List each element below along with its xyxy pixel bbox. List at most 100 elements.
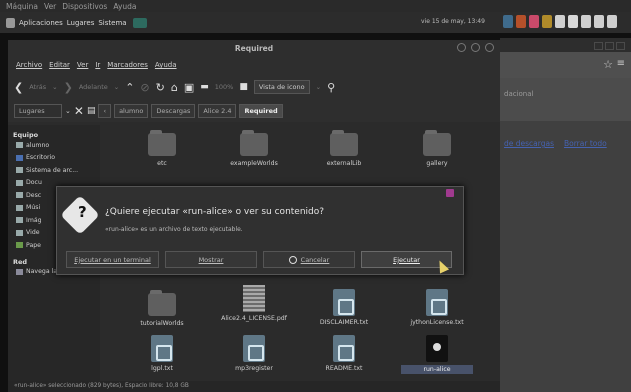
menu-archivo[interactable]: Archivo (16, 61, 42, 69)
breadcrumb-descargas[interactable]: Descargas (151, 104, 196, 118)
network-icon[interactable] (503, 15, 513, 28)
run-in-terminal-button[interactable]: Ejecutar en un terminal (66, 251, 159, 268)
display-icon[interactable] (594, 15, 604, 28)
menu-ir[interactable]: Ir (95, 61, 100, 69)
file-item[interactable]: tutorialWorlds (126, 290, 198, 327)
chevron-down-icon[interactable]: ⌄ (316, 83, 321, 91)
file-item[interactable]: exampleWorlds (218, 130, 290, 167)
zoom-out-icon[interactable]: ▬ (200, 82, 209, 92)
close-icon[interactable] (616, 42, 625, 50)
link-downloads[interactable]: de descargas (504, 139, 554, 148)
sidebar-item-escritorio[interactable]: Escritorio (13, 152, 100, 165)
chevron-down-icon[interactable]: ⌄ (52, 83, 57, 91)
menu-marcadores[interactable]: Marcadores (107, 61, 148, 69)
link-clear-all[interactable]: Borrar todo (564, 139, 607, 148)
folder-icon (148, 290, 176, 316)
status-bar: «run-alice» seleccionado (829 bytes), Es… (8, 381, 500, 392)
file-item[interactable]: README.txt (308, 335, 380, 372)
file-item[interactable]: mp3register (218, 335, 290, 372)
run-or-display-dialog: ? ¿Quiere ejecutar «run-alice» o ver su … (56, 186, 464, 275)
text-file-icon (426, 289, 448, 316)
vm-menu-dispositivos[interactable]: Dispositivos (62, 2, 107, 11)
file-item[interactable]: lgpl.txt (126, 335, 198, 372)
breadcrumb-required[interactable]: Required (239, 104, 283, 118)
sidebar-places-select[interactable]: Lugares (14, 104, 62, 118)
user-icon[interactable] (581, 15, 591, 28)
zoom-level: 100% (214, 83, 234, 91)
system-tray (503, 15, 617, 28)
toggle-location-icon[interactable]: ▤ (87, 106, 96, 116)
browser-titlebar (500, 38, 631, 52)
panel-menu-lugares[interactable]: Lugares (67, 19, 95, 27)
window-title: Required (234, 44, 274, 53)
dialog-title: ¿Quiere ejecutar «run-alice» o ver su co… (105, 207, 325, 217)
browser-partial-text: dacional (504, 90, 534, 98)
sidebar-item-alumno[interactable]: alumno (13, 139, 100, 152)
location-bar: Lugares ⌄ ✕ ▤ ‹ alumno Descargas Alice 2… (8, 100, 500, 122)
file-item[interactable]: gallery (401, 130, 473, 167)
folder-icon (330, 130, 358, 156)
chevron-down-icon[interactable]: ⌄ (114, 83, 119, 91)
computer-icon[interactable]: ▣ (184, 81, 194, 94)
breadcrumb-left-arrow[interactable]: ‹ (98, 104, 112, 118)
vm-menu-ayuda[interactable]: Ayuda (113, 2, 136, 11)
power-icon[interactable] (607, 15, 617, 28)
file-item[interactable]: etc (126, 130, 198, 167)
cancel-icon (288, 255, 297, 264)
maximize-icon[interactable] (471, 43, 480, 52)
pdf-file-icon (243, 285, 265, 312)
vm-menu-maquina[interactable]: Máquina (6, 2, 38, 11)
file-item[interactable]: Alice2.4_LICENSE.pdf (218, 285, 290, 322)
search-icon[interactable]: ⚲ (327, 81, 335, 94)
menu-editar[interactable]: Editar (49, 61, 70, 69)
file-item[interactable]: DISCLAIMER.txt (308, 289, 380, 326)
breadcrumb-alice[interactable]: Alice 2.4 (198, 104, 237, 118)
folder-icon (16, 217, 23, 224)
file-item[interactable]: jythonLicense.txt (401, 289, 473, 326)
menu-icon[interactable]: ≡ (617, 58, 625, 69)
browser-toolbar: ☆ ≡ (500, 52, 631, 78)
panel-menu-aplicaciones[interactable]: Aplicaciones (19, 19, 63, 27)
menu-ver[interactable]: Ver (77, 61, 88, 69)
forward-label[interactable]: Adelante (79, 83, 108, 91)
up-arrow-icon[interactable]: ⌃ (125, 81, 134, 94)
file-item-selected[interactable]: run-alice (401, 335, 473, 374)
cancel-button[interactable]: Cancelar (263, 251, 355, 268)
minimize-icon[interactable] (457, 43, 466, 52)
zoom-in-icon[interactable]: ■ (239, 82, 248, 92)
vm-menu-ver[interactable]: Ver (44, 2, 56, 11)
text-file-icon (151, 335, 173, 362)
sidebar-item-filesystem[interactable]: Sistema de arc... (13, 164, 100, 177)
close-sidebar-icon[interactable]: ✕ (74, 104, 84, 118)
file-item[interactable]: externalLib (308, 130, 380, 167)
mail-icon[interactable] (542, 15, 552, 28)
reload-icon[interactable]: ↻ (156, 81, 165, 94)
maximize-icon[interactable] (605, 42, 614, 50)
folder-icon (423, 130, 451, 156)
chat-icon[interactable] (555, 15, 565, 28)
settings-icon[interactable] (529, 15, 539, 28)
chevron-down-icon[interactable]: ⌄ (65, 107, 71, 115)
display-button[interactable]: Mostrar (165, 251, 257, 268)
panel-menu-sistema[interactable]: Sistema (98, 19, 126, 27)
terminal-launcher-icon[interactable] (132, 17, 147, 28)
home-icon (16, 142, 23, 149)
breadcrumb-alumno[interactable]: alumno (114, 104, 149, 118)
forward-arrow-icon[interactable]: ❯ (64, 81, 73, 94)
panel-clock[interactable]: vie 15 de may, 13:49 (421, 18, 485, 25)
view-mode-select[interactable]: Vista de icono (253, 80, 310, 94)
back-label[interactable]: Atrás (29, 83, 46, 91)
folder-icon (240, 130, 268, 156)
close-icon[interactable] (485, 43, 494, 52)
minimize-icon[interactable] (594, 42, 603, 50)
update-icon[interactable] (516, 15, 526, 28)
star-icon[interactable]: ☆ (603, 58, 613, 71)
stop-icon[interactable]: ⊘ (140, 81, 149, 94)
folder-icon (16, 192, 23, 199)
downloads-links: de descargas Borrar todo (504, 139, 607, 148)
app-badge-icon (446, 189, 454, 197)
volume-icon[interactable] (568, 15, 578, 28)
menu-ayuda[interactable]: Ayuda (155, 61, 177, 69)
home-icon[interactable]: ⌂ (171, 81, 178, 94)
back-arrow-icon[interactable]: ❮ (14, 81, 23, 94)
